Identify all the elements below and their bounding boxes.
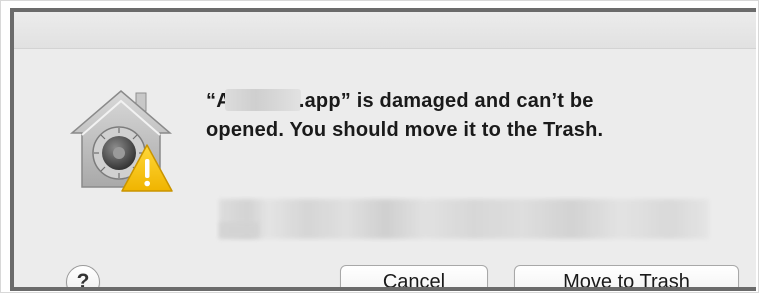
dialog-body: “A .app” is damaged and can’t be opened. … <box>14 49 756 287</box>
alert-message: “A .app” is damaged and can’t be opened. … <box>206 87 726 145</box>
help-button-label: ? <box>76 270 90 291</box>
move-to-trash-button-label: Move to Trash <box>563 270 690 291</box>
alert-dialog: “A .app” is damaged and can’t be opened. … <box>10 8 756 291</box>
help-button[interactable]: ? <box>66 265 100 291</box>
message-line-2: opened. You should move it to the Trash. <box>206 119 604 141</box>
redacted-info-text-2 <box>219 222 259 238</box>
redacted-app-name <box>224 89 301 111</box>
move-to-trash-button[interactable]: Move to Trash <box>514 265 739 291</box>
screenshot-frame: “A .app” is damaged and can’t be opened. … <box>0 0 759 293</box>
dialog-titlebar[interactable] <box>14 12 756 49</box>
message-suffix: .app” is damaged and can’t be <box>298 90 594 112</box>
cancel-button-label: Cancel <box>382 270 446 291</box>
gatekeeper-lock-warning-icon <box>69 90 173 192</box>
redacted-info-text <box>219 199 709 239</box>
cancel-button[interactable]: Cancel <box>340 265 488 291</box>
